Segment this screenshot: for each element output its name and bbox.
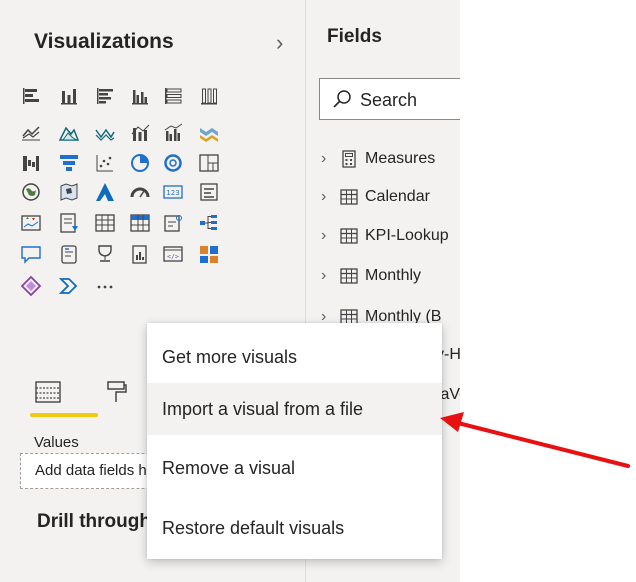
filled-map-icon[interactable]	[58, 181, 80, 203]
line-chart-icon[interactable]	[20, 122, 42, 144]
chevron-right-icon: ›	[321, 150, 327, 167]
power-apps-icon[interactable]	[20, 275, 42, 297]
field-table-label: Measures	[365, 150, 436, 167]
power-automate-icon[interactable]	[58, 275, 80, 297]
remove-visual-item[interactable]: Remove a visual	[147, 442, 442, 494]
drill-through-title: Drill through	[37, 511, 151, 532]
donut-chart-icon[interactable]	[162, 152, 184, 174]
card-icon[interactable]: 123	[162, 181, 184, 203]
gauge-icon[interactable]	[129, 181, 151, 203]
fields-search-input[interactable]: Search	[319, 78, 461, 120]
decomposition-tree-icon[interactable]	[198, 212, 220, 234]
key-influencers-icon[interactable]	[94, 243, 116, 265]
field-table-label: KPI-Lookup	[365, 227, 449, 244]
search-icon	[333, 90, 351, 108]
pie-chart-icon[interactable]	[129, 152, 151, 174]
chevron-right-icon: ›	[321, 267, 327, 284]
100-stacked-bar-icon[interactable]	[162, 85, 184, 107]
chevron-right-icon: ›	[321, 188, 327, 205]
visualizations-title: Visualizations	[34, 30, 174, 53]
r-visual-icon[interactable]	[162, 212, 184, 234]
active-tab-indicator	[30, 413, 98, 417]
fields-title: Fields	[327, 26, 382, 47]
more-options-icon[interactable]	[94, 275, 116, 297]
table-icon[interactable]	[94, 212, 116, 234]
qa-icon[interactable]	[20, 243, 42, 265]
visuals-context-menu: Get more visuals Import a visual from a …	[147, 323, 442, 559]
table-icon	[340, 268, 358, 284]
field-table-kpi-lookup[interactable]: › KPI-Lookup	[321, 223, 449, 249]
clustered-column-icon[interactable]	[129, 85, 151, 107]
area-chart-icon[interactable]	[58, 122, 80, 144]
table-icon	[340, 189, 358, 205]
field-table-measures[interactable]: › Measures	[321, 146, 435, 172]
svg-text:</>: </>	[167, 253, 179, 261]
svg-text:123: 123	[166, 189, 179, 197]
matrix-icon[interactable]	[129, 212, 151, 234]
field-table-label: Monthly	[365, 267, 422, 284]
python-visual-icon[interactable]: </>	[162, 243, 184, 265]
scatter-chart-icon[interactable]	[94, 152, 116, 174]
restore-default-visuals-item[interactable]: Restore default visuals	[147, 502, 442, 554]
map-icon[interactable]	[20, 181, 42, 203]
search-placeholder: Search	[360, 90, 418, 110]
line-stacked-column-icon[interactable]	[129, 122, 151, 144]
field-table-calendar[interactable]: › Calendar	[321, 184, 430, 210]
paginated-report-icon[interactable]	[129, 243, 151, 265]
values-label: Values	[34, 434, 79, 451]
collapse-pane-button[interactable]: ›	[276, 30, 283, 56]
field-table-monthly[interactable]: › Monthly	[321, 263, 421, 289]
smart-narrative-icon[interactable]	[58, 243, 80, 265]
ribbon-chart-icon[interactable]	[198, 122, 220, 144]
stacked-column-icon[interactable]	[58, 85, 80, 107]
calculator-icon	[342, 150, 356, 168]
funnel-icon[interactable]	[58, 152, 80, 174]
stacked-bar-icon[interactable]	[20, 85, 42, 107]
slicer-icon[interactable]	[58, 212, 80, 234]
line-clustered-column-icon[interactable]	[162, 122, 184, 144]
paint-roller-icon[interactable]	[106, 380, 128, 404]
waterfall-chart-icon[interactable]	[20, 152, 42, 174]
kpi-icon[interactable]	[20, 212, 42, 234]
stacked-area-icon[interactable]	[94, 122, 116, 144]
clustered-bar-icon[interactable]	[94, 85, 116, 107]
table-icon	[340, 228, 358, 244]
custom-visual-icon[interactable]	[198, 243, 220, 265]
get-more-visuals-item[interactable]: Get more visuals	[147, 331, 442, 383]
100-stacked-column-icon[interactable]	[198, 85, 220, 107]
fields-tab-icon[interactable]	[34, 380, 62, 404]
chevron-right-icon: ›	[321, 227, 327, 244]
multi-row-card-icon[interactable]	[198, 181, 220, 203]
field-table-label: Calendar	[365, 188, 430, 205]
import-visual-from-file-item[interactable]: Import a visual from a file	[147, 383, 442, 435]
azure-map-icon[interactable]	[94, 181, 116, 203]
treemap-icon[interactable]	[198, 152, 220, 174]
canvas-area	[460, 0, 636, 582]
